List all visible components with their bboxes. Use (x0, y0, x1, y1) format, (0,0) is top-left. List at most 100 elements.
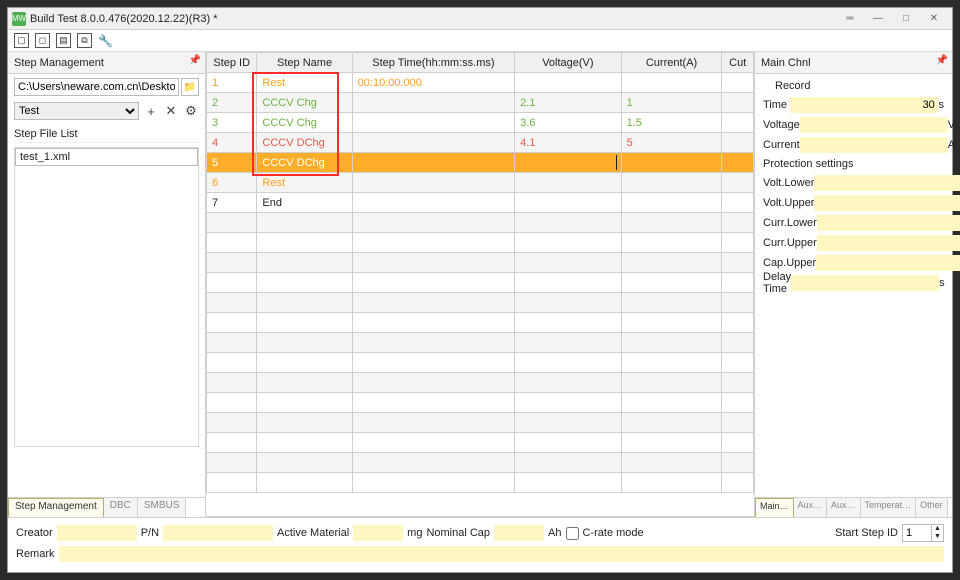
copy-icon[interactable]: ⧉ (77, 33, 92, 48)
cell-cut[interactable] (722, 173, 754, 193)
param-input[interactable] (800, 117, 948, 133)
cell-current[interactable] (621, 73, 722, 93)
open-icon[interactable]: ◻ (35, 33, 50, 48)
param-input[interactable] (791, 275, 939, 291)
btn-minimize[interactable]: — (864, 13, 892, 24)
table-row[interactable]: 7 End (207, 193, 754, 213)
table-row-empty[interactable] (207, 273, 754, 293)
new-icon[interactable]: ▢ (14, 33, 29, 48)
param-input[interactable] (814, 195, 960, 211)
pin-icon[interactable]: 📌 (936, 55, 948, 66)
cell-name[interactable]: CCCV DChg (257, 133, 352, 153)
tab-main[interactable]: Main… (755, 498, 794, 517)
table-row-empty[interactable] (207, 373, 754, 393)
btn-dash[interactable]: ═ (836, 13, 864, 24)
cell-current[interactable] (621, 153, 722, 173)
file-item[interactable]: test_1.xml (15, 148, 198, 166)
param-input[interactable] (814, 175, 960, 191)
table-row-empty[interactable] (207, 333, 754, 353)
cell-id[interactable]: 1 (207, 73, 257, 93)
table-row-empty[interactable] (207, 233, 754, 253)
tab-dbc[interactable]: DBC (104, 498, 138, 517)
table-row-empty[interactable] (207, 313, 754, 333)
table-row[interactable]: 2 CCCV Chg 2.1 1 (207, 93, 754, 113)
path-input[interactable] (14, 78, 179, 96)
param-input[interactable] (790, 97, 938, 113)
cell-current[interactable]: 5 (621, 133, 722, 153)
cell-current[interactable] (621, 193, 722, 213)
browse-folder-icon[interactable]: 📁 (181, 78, 199, 96)
active-material-input[interactable] (353, 525, 403, 541)
cell-time[interactable] (352, 193, 514, 213)
cell-current[interactable]: 1 (621, 93, 722, 113)
cell-id[interactable]: 2 (207, 93, 257, 113)
crate-checkbox[interactable] (566, 527, 579, 540)
table-row-empty[interactable] (207, 473, 754, 493)
cell-time[interactable] (352, 93, 514, 113)
cell-name[interactable]: CCCV Chg (257, 113, 352, 133)
remove-icon[interactable]: ✕ (163, 103, 179, 119)
tab-smbus[interactable]: SMBUS (138, 498, 187, 517)
tab-step-management[interactable]: Step Management (8, 498, 104, 517)
gear-icon[interactable]: ⚙ (183, 103, 199, 119)
cell-name[interactable]: CCCV DChg (257, 153, 352, 173)
table-row-empty[interactable] (207, 413, 754, 433)
table-row[interactable]: 3 CCCV Chg 3.6 1.5 (207, 113, 754, 133)
cell-cut[interactable] (722, 73, 754, 93)
cell-time[interactable] (352, 133, 514, 153)
tab-temperature[interactable]: Temperat… (861, 498, 917, 517)
tab-other[interactable]: Other (916, 498, 948, 517)
cell-time[interactable] (352, 153, 514, 173)
table-row-empty[interactable] (207, 213, 754, 233)
cell-id[interactable]: 7 (207, 193, 257, 213)
tab-aux1[interactable]: Aux… (794, 498, 828, 517)
cell-voltage[interactable]: 3.6 (515, 113, 621, 133)
table-row-empty[interactable] (207, 253, 754, 273)
param-input[interactable] (817, 215, 960, 231)
col-voltage[interactable]: Voltage(V) (515, 53, 621, 73)
start-step-spinner[interactable]: ▲▼ (902, 524, 944, 542)
col-current[interactable]: Current(A) (621, 53, 722, 73)
spin-down-icon[interactable]: ▼ (931, 533, 943, 541)
nominal-cap-input[interactable] (494, 525, 544, 541)
tab-aux2[interactable]: Aux… (827, 498, 861, 517)
cell-voltage[interactable]: 4.1 (515, 133, 621, 153)
cell-time[interactable] (352, 113, 514, 133)
table-row[interactable]: 6 Rest (207, 173, 754, 193)
cell-time[interactable]: 00:10:00.000 (352, 73, 514, 93)
col-cut[interactable]: Cut (722, 53, 754, 73)
table-row-empty[interactable] (207, 293, 754, 313)
param-input[interactable] (816, 255, 960, 271)
col-step-time[interactable]: Step Time(hh:mm:ss.ms) (352, 53, 514, 73)
cell-id[interactable]: 4 (207, 133, 257, 153)
table-row[interactable]: 4 CCCV DChg 4.1 5 (207, 133, 754, 153)
table-row-empty[interactable] (207, 353, 754, 373)
cell-current[interactable]: 1.5 (621, 113, 722, 133)
cell-voltage[interactable] (515, 73, 621, 93)
settings-icon[interactable]: 🔧 (98, 33, 113, 48)
cell-name[interactable]: End (257, 193, 352, 213)
cell-voltage[interactable] (515, 173, 621, 193)
table-row-empty[interactable] (207, 453, 754, 473)
cell-cut[interactable] (722, 133, 754, 153)
cell-voltage[interactable]: 2.1 (515, 93, 621, 113)
col-step-name[interactable]: Step Name (257, 53, 352, 73)
cell-cut[interactable] (722, 193, 754, 213)
cell-cut[interactable] (722, 113, 754, 133)
remark-input[interactable] (59, 546, 944, 562)
add-icon[interactable]: + (143, 103, 159, 119)
pin-icon[interactable]: 📌 (189, 55, 201, 66)
cell-voltage[interactable] (515, 193, 621, 213)
cell-current[interactable] (621, 173, 722, 193)
cell-id[interactable]: 5 (207, 153, 257, 173)
start-step-input[interactable] (903, 527, 931, 539)
cell-voltage-editing[interactable] (515, 153, 621, 173)
cell-time[interactable] (352, 173, 514, 193)
save-icon[interactable]: ▤ (56, 33, 71, 48)
creator-input[interactable] (57, 525, 137, 541)
pn-input[interactable] (163, 525, 273, 541)
btn-maximize[interactable]: □ (892, 13, 920, 24)
cell-name[interactable]: Rest (257, 73, 352, 93)
cell-id[interactable]: 3 (207, 113, 257, 133)
col-step-id[interactable]: Step ID (207, 53, 257, 73)
